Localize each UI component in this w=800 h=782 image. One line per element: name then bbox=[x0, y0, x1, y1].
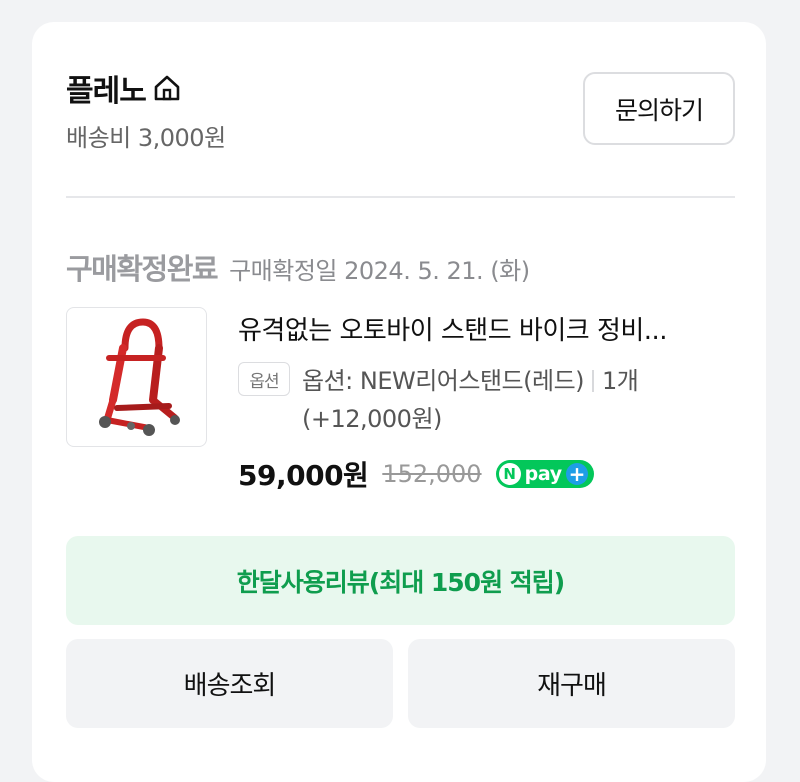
order-card: 플레노 배송비 3,000원 문의하기 구매확정완료 구매확정일 2024. 5… bbox=[32, 22, 766, 782]
npay-n-icon: N bbox=[498, 463, 521, 485]
product-price: 59,000원 bbox=[238, 459, 369, 492]
price-row: 59,000원 152,000 N pay + bbox=[238, 454, 594, 494]
plus-icon: + bbox=[565, 463, 588, 485]
option-name: 옵션: NEW리어스탠드(레드) bbox=[302, 367, 585, 395]
order-status: 구매확정완료 bbox=[66, 252, 219, 286]
option-badge: 옵션 bbox=[238, 362, 290, 396]
npay-plus-badge: N pay + bbox=[495, 460, 594, 488]
store-name: 플레노 bbox=[66, 74, 147, 109]
shipping-fee: 배송비 3,000원 bbox=[66, 124, 226, 152]
rebuy-button[interactable]: 재구매 bbox=[408, 639, 735, 728]
product-title[interactable]: 유격없는 오토바이 스탠드 바이크 정비... bbox=[238, 310, 738, 347]
divider bbox=[66, 196, 735, 198]
npay-label: pay bbox=[524, 463, 563, 485]
original-price: 152,000 bbox=[382, 460, 482, 488]
motorcycle-stand-image bbox=[99, 318, 180, 436]
review-button[interactable]: 한달사용리뷰(최대 150원 적립) bbox=[66, 536, 735, 625]
inquiry-button[interactable]: 문의하기 bbox=[583, 72, 735, 145]
option-separator bbox=[592, 370, 595, 392]
home-icon bbox=[152, 73, 182, 103]
order-status-row: 구매확정완료 구매확정일 2024. 5. 21. (화) bbox=[66, 246, 530, 288]
option-info: 옵션: NEW리어스탠드(레드) 1개 (+12,000원) bbox=[302, 362, 742, 438]
product-thumbnail[interactable] bbox=[66, 307, 207, 447]
store-name-link[interactable]: 플레노 bbox=[66, 66, 182, 110]
track-delivery-button[interactable]: 배송조회 bbox=[66, 639, 393, 728]
confirm-date: 구매확정일 2024. 5. 21. (화) bbox=[229, 257, 530, 285]
